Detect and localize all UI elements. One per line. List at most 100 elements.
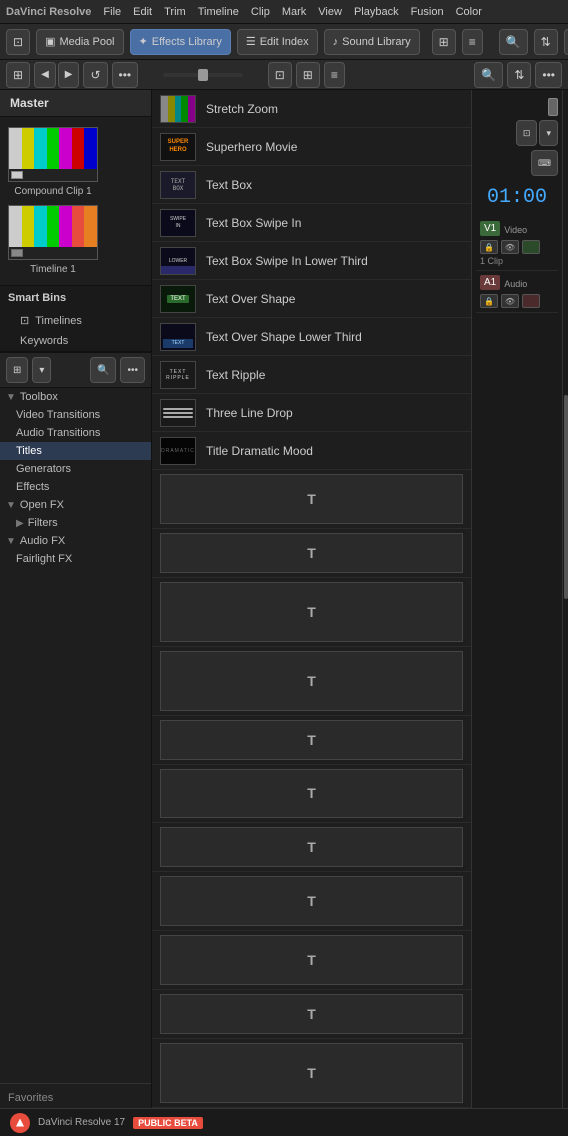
effect-row-title-dramatic[interactable]: DRAMATIC Title Dramatic Mood [152, 432, 471, 470]
generators-item[interactable]: Generators [0, 460, 151, 478]
effect-row-text-ripple[interactable]: TEXTRIPPLE Text Ripple [152, 356, 471, 394]
menu-mark[interactable]: Mark [282, 6, 306, 18]
media-pool-tab[interactable]: ▣ Media Pool [36, 29, 123, 55]
sort-small-btn[interactable]: ⇅ [507, 62, 531, 88]
panel-layout-btn[interactable]: ⊞ [6, 357, 28, 383]
search-btn[interactable]: 🔍 [499, 29, 528, 55]
effect-row-superhero[interactable]: SUPERHERO Superhero Movie [152, 128, 471, 166]
thumb-text-box-swipe-lower: LOWER [160, 247, 196, 275]
a1-color-btn[interactable] [522, 294, 540, 308]
more-small-btn[interactable]: ••• [535, 62, 562, 88]
effect-row-v16-text-in-tube[interactable]: T v16/3D Lower 3rd Text In Tube [152, 931, 471, 990]
effects-item[interactable]: Effects [0, 478, 151, 496]
thumb-v16-text-in-tube: T [160, 935, 463, 985]
v1-lock-btn[interactable]: 🔒 [480, 240, 498, 254]
scrollbar[interactable] [562, 90, 568, 1108]
sidebar-item-timelines[interactable]: ⊡ Timelines [0, 310, 151, 331]
menu-clip[interactable]: Clip [251, 6, 270, 18]
effects-icon: ✦ [139, 35, 148, 48]
titles-item[interactable]: Titles [0, 442, 151, 460]
sidebar-item-keywords[interactable]: Keywords [0, 331, 151, 351]
menu-fusion[interactable]: Fusion [411, 6, 444, 18]
effect-row-text-over-shape-lower[interactable]: TEXT Text Over Shape Lower Third [152, 318, 471, 356]
nav-forward-btn[interactable]: ▶ [58, 62, 80, 88]
nav-back-btn[interactable]: ◀ [34, 62, 56, 88]
effect-row-v16-plane-slide[interactable]: T v16/3D Lower 3rd Plane Slide In [152, 647, 471, 716]
v1-eye-btn[interactable]: 👁 [501, 240, 519, 254]
menu-file[interactable]: File [103, 6, 121, 18]
grid-view-btn[interactable]: ⊞ [432, 29, 456, 55]
main-toolbar: ⊡ ▣ Media Pool ✦ Effects Library ☰ Edit … [0, 24, 568, 60]
menu-davinci[interactable]: DaVinci Resolve [6, 6, 91, 18]
keyboard-icon-btn[interactable]: ⌨ [531, 150, 558, 176]
clip-item-timeline[interactable]: Timeline 1 [8, 205, 98, 275]
monitor-icon[interactable]: ⊡ [6, 29, 30, 55]
master-label: Master [0, 90, 151, 117]
panel-down-btn[interactable]: ▾ [32, 357, 51, 383]
view-mode-3-btn[interactable]: ≡ [324, 62, 345, 88]
effect-row-v16-multiplane[interactable]: T v16/3D Lower 3rd Multiplane Bac... [152, 529, 471, 578]
effect-row-text-box-swipe-lower[interactable]: LOWER Text Box Swipe In Lower Third [152, 242, 471, 280]
effect-row-v16-plane-behind[interactable]: T v16/3D Lower 3rd Plane Behind Sl... [152, 578, 471, 647]
search-small-btn[interactable]: 🔍 [474, 62, 503, 88]
scrollbar-thumb[interactable] [564, 395, 568, 599]
menu-timeline[interactable]: Timeline [198, 6, 239, 18]
menu-edit[interactable]: Edit [133, 6, 152, 18]
sound-library-tab[interactable]: ♪ Sound Library [324, 29, 420, 55]
smart-bins-label: Smart Bins [8, 292, 66, 304]
open-fx-item[interactable]: ▼ Open FX [0, 496, 151, 514]
list-icon: ☰ [246, 35, 256, 48]
view-mode-2-btn[interactable]: ⊞ [296, 62, 320, 88]
monitor-down-btn[interactable]: ▾ [539, 120, 558, 146]
effect-row-v16-shelf[interactable]: T v16/3D Lower 3rd Shelf [152, 823, 471, 872]
fairlight-fx-item[interactable]: Fairlight FX [0, 550, 151, 568]
menu-playback[interactable]: Playback [354, 6, 399, 18]
effect-row-v16-planes-rotating[interactable]: T v16/3D Lower 3rd Planes Rotating... [152, 716, 471, 765]
timelines-icon: ⊡ [20, 314, 29, 327]
effect-name-text-over-shape-lower: Text Over Shape Lower Third [206, 330, 362, 344]
menu-view[interactable]: View [318, 6, 342, 18]
audio-fx-item[interactable]: ▼ Audio FX [0, 532, 151, 550]
video-transitions-item[interactable]: Video Transitions [0, 406, 151, 424]
effect-row-three-line-drop[interactable]: Three Line Drop [152, 394, 471, 432]
more-effects-btn[interactable]: ••• [120, 357, 145, 383]
effect-row-stretch-zoom[interactable]: Stretch Zoom [152, 90, 471, 128]
monitor-small-btn[interactable]: ⊡ [516, 120, 538, 146]
effect-row-text-over-shape[interactable]: TEXT Text Over Shape [152, 280, 471, 318]
edit-index-tab[interactable]: ☰ Edit Index [237, 29, 318, 55]
options-btn[interactable]: ••• [112, 62, 139, 88]
effect-row-v16-backlit-rise[interactable]: T v16/3D Title Backlit Rise [152, 990, 471, 1039]
effect-row-v16-rotating-plane[interactable]: T v16/3D Lower 3rd Rotating Plane ... [152, 765, 471, 824]
effect-name-text-ripple: Text Ripple [206, 368, 265, 382]
clip-item-compound[interactable]: Compound Clip 1 [8, 127, 98, 197]
effect-row-text-box-swipe-in[interactable]: SWIPEIN Text Box Swipe In [152, 204, 471, 242]
panel-toggle-btn[interactable]: ⊞ [6, 62, 30, 88]
v1-clip-count: 1 Clip [480, 256, 554, 266]
filters-item[interactable]: ▶ Filters [0, 514, 151, 532]
effect-name-stretch-zoom: Stretch Zoom [206, 102, 278, 116]
effect-name-superhero: Superhero Movie [206, 140, 297, 154]
effect-row-v16-flip-2line[interactable]: T v16/3D Lower 3rd Flipping 2Line [152, 470, 471, 529]
more-options-btn[interactable]: ••• [564, 29, 568, 55]
effects-library-tab[interactable]: ✦ Effects Library [130, 29, 231, 55]
list-view-btn[interactable]: ≡ [462, 29, 483, 55]
media-pool-area: Compound Clip 1 [0, 117, 151, 286]
menu-trim[interactable]: Trim [164, 6, 186, 18]
smart-bins-header: Smart Bins [0, 286, 151, 310]
effect-row-v16-big-small[interactable]: T v16/3D Title Big And Small Text [152, 1039, 471, 1108]
search-effects-btn[interactable]: 🔍 [90, 357, 116, 383]
menu-color[interactable]: Color [456, 6, 482, 18]
v1-color-btn[interactable] [522, 240, 540, 254]
thumb-text-box-swipe-in: SWIPEIN [160, 209, 196, 237]
refresh-btn[interactable]: ↺ [83, 62, 107, 88]
media-pool-icon: ▣ [45, 35, 55, 48]
audio-transitions-item[interactable]: Audio Transitions [0, 424, 151, 442]
a1-lock-btn[interactable]: 🔒 [480, 294, 498, 308]
effect-row-text-box[interactable]: TEXTBOX Text Box [152, 166, 471, 204]
effect-row-v16-sliding-block[interactable]: T v16/3D Lower 3rd Sliding Block [152, 872, 471, 931]
view-mode-1-btn[interactable]: ⊡ [268, 62, 292, 88]
a1-eye-btn[interactable]: 👁 [501, 294, 519, 308]
toolbox-item[interactable]: ▼ Toolbox [0, 388, 151, 406]
sort-btn[interactable]: ⇅ [534, 29, 558, 55]
effect-name-text-box-swipe-lower: Text Box Swipe In Lower Third [206, 254, 368, 268]
